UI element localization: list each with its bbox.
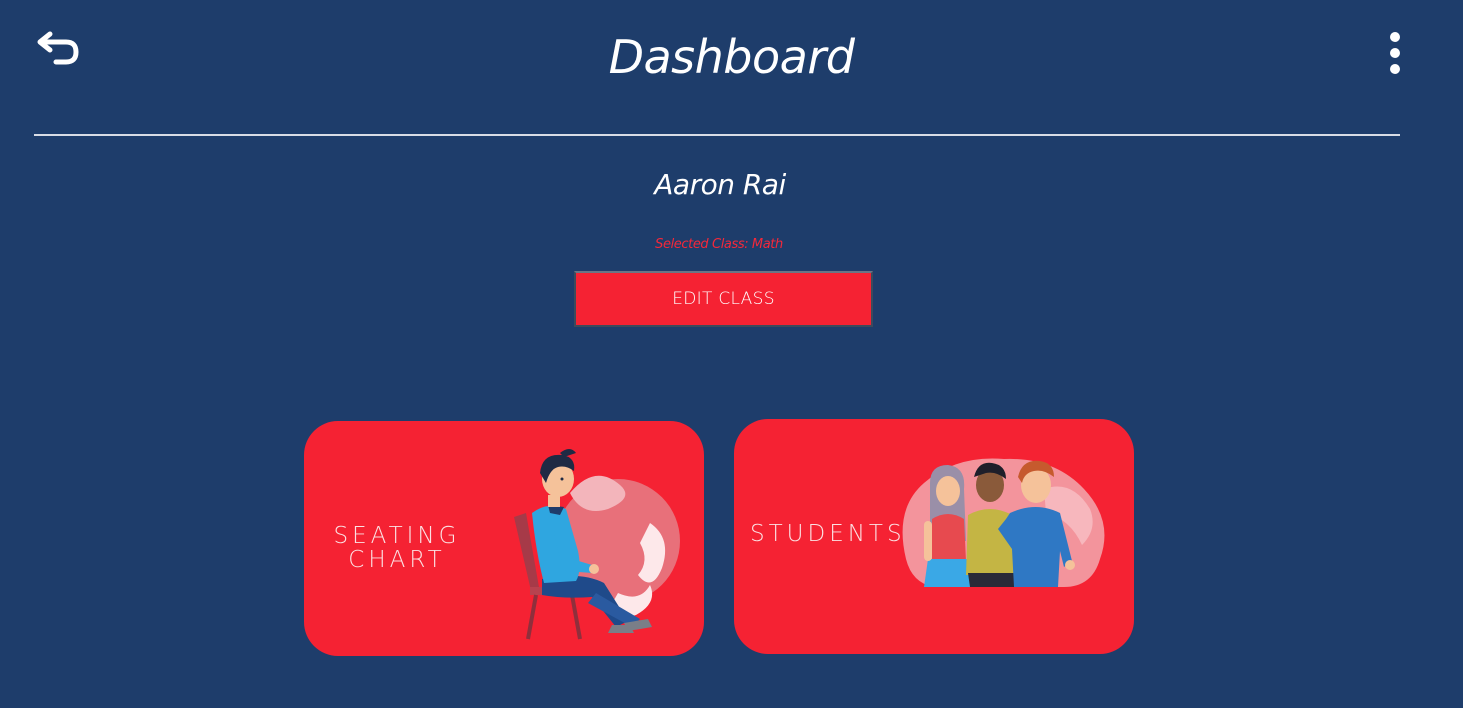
seating-chart-label-line1: SEATING xyxy=(333,523,461,549)
edit-class-button-label: EDIT CLASS xyxy=(672,289,775,309)
person-sitting-on-chair-illustration xyxy=(514,449,680,640)
seating-chart-card[interactable]: SEATING CHART xyxy=(304,421,704,656)
group-of-students-illustration xyxy=(902,458,1105,587)
students-label: STUDENTS xyxy=(750,521,906,547)
students-card[interactable]: STUDENTS xyxy=(734,419,1134,654)
more-vertical-icon xyxy=(1390,32,1400,74)
seating-chart-label-line2: CHART xyxy=(348,547,446,573)
selected-class-label: Selected Class: Math xyxy=(655,237,783,252)
page-title: Dashboard xyxy=(608,30,855,84)
more-menu-button[interactable] xyxy=(1380,30,1410,78)
edit-class-button[interactable]: EDIT CLASS xyxy=(574,271,873,327)
user-name: Aaron Rai xyxy=(654,168,786,201)
seating-chart-label: SEATING CHART xyxy=(322,524,472,572)
header-divider xyxy=(34,134,1400,136)
